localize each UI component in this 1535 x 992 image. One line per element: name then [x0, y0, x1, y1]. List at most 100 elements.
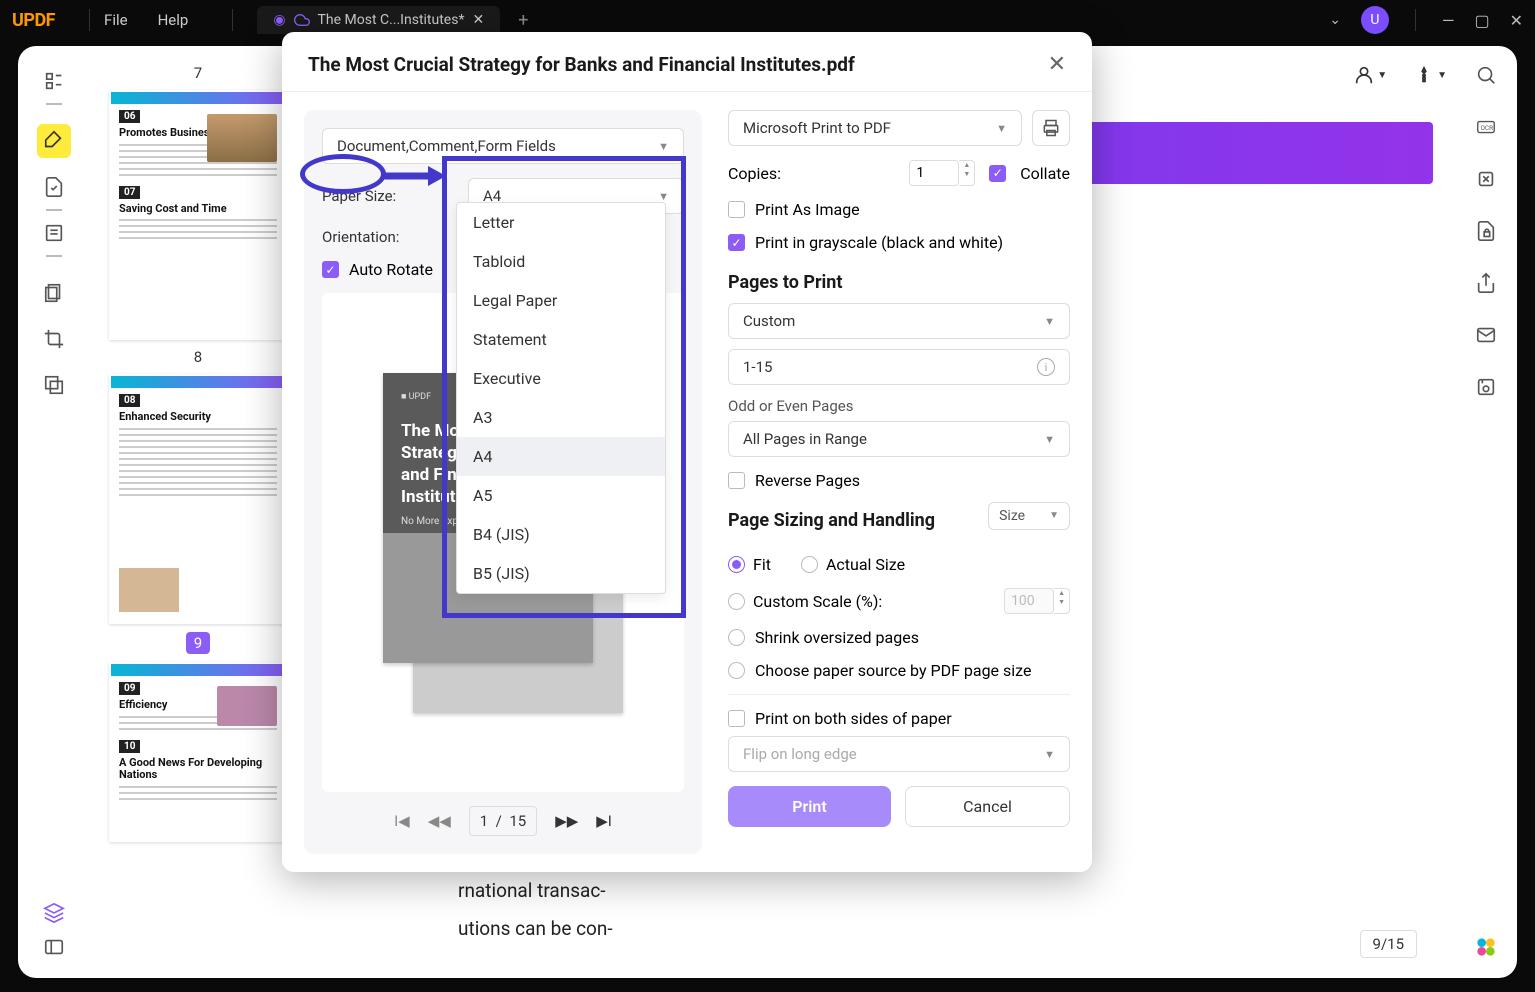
window-minimize-button[interactable]: —	[1442, 11, 1455, 30]
auto-rotate-checkbox[interactable]: ✓	[322, 261, 339, 278]
svg-text:OCR: OCR	[1481, 124, 1494, 132]
dialog-title: The Most Crucial Strategy for Banks and …	[308, 53, 855, 76]
edit-tool[interactable]	[37, 170, 71, 204]
shrink-label: Shrink oversized pages	[755, 628, 919, 647]
ocr-icon[interactable]: OCR	[1475, 116, 1497, 142]
fit-radio[interactable]	[728, 556, 745, 573]
fit-label: Fit	[753, 555, 771, 574]
cloud-icon	[294, 12, 310, 28]
search-icon[interactable]	[1475, 64, 1497, 90]
form-tool[interactable]	[37, 216, 71, 250]
paper-option-executive[interactable]: Executive	[457, 359, 665, 398]
crop-tool[interactable]	[37, 322, 71, 356]
print-button[interactable]: Print	[728, 786, 891, 827]
preview-next-button[interactable]: ▶▶	[555, 812, 578, 830]
printer-select[interactable]: Microsoft Print to PDF▼	[728, 110, 1022, 146]
collate-checkbox[interactable]: ✓	[989, 165, 1006, 182]
profile-icon[interactable]: ▼	[1353, 64, 1387, 86]
sizing-title: Page Sizing and Handling	[728, 510, 935, 531]
print-as-image-label: Print As Image	[755, 200, 860, 219]
odd-even-select[interactable]: All Pages in Range▼	[728, 421, 1070, 457]
collate-label: Collate	[1020, 164, 1070, 183]
user-avatar[interactable]: U	[1361, 6, 1389, 34]
layers-icon[interactable]	[37, 896, 71, 930]
paper-option-a3[interactable]: A3	[457, 398, 665, 437]
grayscale-checkbox[interactable]: ✓	[728, 234, 745, 251]
content-type-select[interactable]: Document,Comment,Form Fields▼	[322, 128, 684, 164]
preview-prev-button[interactable]: ◀◀	[428, 812, 451, 830]
copies-input[interactable]	[909, 160, 959, 186]
reverse-pages-label: Reverse Pages	[755, 471, 860, 490]
layers-tool[interactable]	[37, 368, 71, 402]
thumb-number-active: 9	[186, 632, 210, 654]
paper-option-letter[interactable]: Letter	[457, 203, 665, 242]
paper-option-tabloid[interactable]: Tabloid	[457, 242, 665, 281]
window-maximize-button[interactable]: ▢	[1474, 11, 1489, 30]
copies-label: Copies:	[728, 164, 781, 183]
printer-icon	[1041, 118, 1061, 138]
document-tab[interactable]: ◉ The Most C...Institutes* ✕	[257, 6, 500, 34]
odd-even-label: Odd or Even Pages	[728, 397, 1070, 415]
pages-to-print-title: Pages to Print	[728, 272, 1070, 293]
page-range-select[interactable]: Custom▼	[728, 303, 1070, 339]
paper-option-legal[interactable]: Legal Paper	[457, 281, 665, 320]
thumbnail-panel: 7 06 Promotes Business Globally 07 Savin…	[100, 56, 296, 978]
paper-size-dropdown: Letter Tabloid Legal Paper Statement Exe…	[456, 202, 666, 594]
menu-help[interactable]: Help	[158, 11, 189, 29]
print-as-image-checkbox[interactable]	[728, 201, 745, 218]
page-indicator: 9/15	[1360, 930, 1417, 958]
panel-toggle[interactable]	[37, 930, 71, 964]
thumbnail-page-8[interactable]: 08 Enhanced Security	[109, 374, 287, 624]
highlighter-tool[interactable]	[37, 124, 71, 158]
rotate-icon[interactable]	[1475, 168, 1497, 194]
annotation-arrow-icon	[380, 162, 450, 192]
orientation-label: Orientation:	[322, 228, 422, 246]
paper-option-b5[interactable]: B5 (JIS)	[457, 554, 665, 593]
copies-down[interactable]: ▼	[959, 170, 974, 179]
chevron-down-icon[interactable]: ⌄	[1329, 12, 1341, 28]
signature-icon[interactable]: ▼	[1413, 64, 1447, 86]
left-toolbar	[18, 46, 90, 978]
thumbnail-page-7[interactable]: 06 Promotes Business Globally 07 Saving …	[109, 90, 287, 340]
shrink-radio[interactable]	[728, 629, 745, 646]
page-range-input[interactable]: 1-15 i	[728, 349, 1070, 385]
paper-option-statement[interactable]: Statement	[457, 320, 665, 359]
custom-scale-radio[interactable]	[728, 593, 745, 610]
dialog-close-button[interactable]: ✕	[1048, 52, 1066, 77]
paper-option-b4[interactable]: B4 (JIS)	[457, 515, 665, 554]
thumbnails-tool[interactable]	[37, 64, 71, 98]
copies-up[interactable]: ▲	[959, 161, 974, 170]
annotation-oval	[300, 154, 386, 194]
paper-source-radio[interactable]	[728, 662, 745, 679]
reverse-pages-checkbox[interactable]	[728, 472, 745, 489]
save-icon[interactable]	[1475, 376, 1497, 402]
duplex-label: Print on both sides of paper	[755, 709, 952, 728]
preview-first-button[interactable]: I◀	[394, 812, 410, 830]
window-close-button[interactable]: ✕	[1510, 11, 1523, 30]
tab-title: The Most C...Institutes*	[318, 12, 465, 28]
preview-page-display[interactable]: 1 / 15	[469, 806, 537, 836]
grayscale-label: Print in grayscale (black and white)	[755, 233, 1003, 252]
lock-file-icon[interactable]	[1475, 220, 1497, 246]
menu-file[interactable]: File	[104, 11, 128, 29]
tab-close-button[interactable]: ✕	[473, 12, 485, 28]
actual-size-radio[interactable]	[801, 556, 818, 573]
paper-option-a5[interactable]: A5	[457, 476, 665, 515]
print-dialog: The Most Crucial Strategy for Banks and …	[282, 32, 1092, 872]
printer-properties-button[interactable]	[1032, 110, 1070, 146]
info-icon[interactable]: i	[1037, 358, 1055, 376]
right-toolbar: OCR	[1455, 46, 1517, 978]
duplex-checkbox[interactable]	[728, 710, 745, 727]
preview-last-button[interactable]: ▶I	[596, 812, 612, 830]
sizing-mode-select[interactable]: Size▼	[988, 502, 1070, 530]
thumb-number: 7	[100, 64, 296, 82]
cancel-button[interactable]: Cancel	[905, 786, 1070, 827]
new-tab-button[interactable]: +	[518, 10, 528, 31]
thumbnail-page-9[interactable]: 09 Efficiency 10 A Good News For Develop…	[109, 662, 287, 842]
mail-icon[interactable]	[1475, 324, 1497, 350]
share-icon[interactable]	[1475, 272, 1497, 298]
paper-option-a4[interactable]: A4	[457, 437, 665, 476]
custom-scale-label: Custom Scale (%):	[753, 592, 882, 611]
app-logo: UPDF	[12, 10, 55, 31]
pages-tool[interactable]	[37, 276, 71, 310]
